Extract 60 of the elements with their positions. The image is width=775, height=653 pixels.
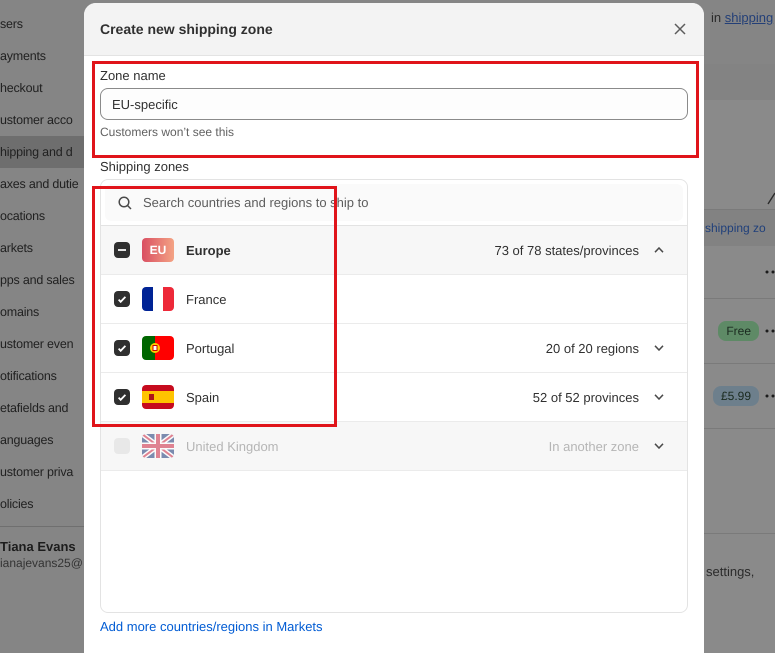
checkbox[interactable] (114, 389, 130, 405)
sidebar-item[interactable]: pps and sales (0, 264, 84, 296)
zone-name: Europe (186, 242, 232, 258)
sidebar-item[interactable]: olicies (0, 488, 84, 520)
flag-icon (142, 385, 174, 409)
flag-icon (142, 336, 174, 360)
search-icon (117, 195, 133, 211)
field-label: Zone name (100, 68, 167, 83)
checkbox[interactable] (114, 340, 130, 356)
sidebar-item[interactable]: anguages (0, 424, 84, 456)
more-icon[interactable] (765, 270, 775, 274)
dash-icon (118, 249, 126, 251)
sidebar-item[interactable]: ayments (0, 40, 84, 72)
region-count: 73 of 78 states/provinces (494, 242, 639, 258)
check-icon (118, 344, 126, 352)
flag-icon (142, 434, 174, 458)
zone-name: Portugal (186, 340, 236, 356)
checkbox[interactable] (114, 291, 130, 307)
region-count: 52 of 52 provinces (532, 390, 639, 404)
sidebar-item[interactable]: ustomer acco (0, 104, 84, 136)
zone-name: United Kingdom (186, 438, 280, 454)
rate-badge: Free (718, 321, 759, 341)
sidebar-item[interactable]: otifications (0, 360, 84, 392)
sidebar-item[interactable]: ocations (0, 200, 84, 232)
modal-title: Create new shipping zone (100, 21, 273, 37)
user-name: Tiana Evans (0, 539, 77, 554)
more-icon[interactable] (765, 329, 775, 333)
checkbox[interactable] (114, 242, 130, 258)
shipping-zones-link[interactable]: shipping zo (704, 210, 775, 246)
zone-name-field[interactable]: EU-specific (100, 88, 688, 120)
region-count: 20 of 20 regions (546, 340, 639, 356)
close-button[interactable] (672, 21, 688, 37)
check-icon (118, 394, 126, 400)
sidebar-item[interactable]: heckout (0, 72, 84, 104)
zone-name: Spain (186, 390, 220, 404)
sidebar-item[interactable]: ustomer even (0, 328, 84, 360)
flag-icon (142, 287, 174, 311)
sidebar-item[interactable]: etafields and (0, 392, 84, 424)
region-count: In another zone (548, 438, 639, 454)
settings-text: settings, (705, 563, 756, 579)
help-text: Customers won’t see this (100, 125, 236, 139)
section-label: Shipping zones (100, 159, 190, 174)
rate-badge: £5.99 (712, 386, 759, 406)
more-icon[interactable] (765, 394, 775, 398)
chevron-down-icon[interactable] (654, 394, 664, 400)
check-icon (118, 296, 126, 302)
zone-name: France (186, 292, 228, 306)
region-badge: EU (142, 238, 174, 262)
header-text: in (711, 10, 722, 25)
markets-link[interactable]: Add more countries/regions in Markets (100, 619, 323, 634)
sidebar-item[interactable]: axes and dutie (0, 168, 84, 200)
sidebar-item[interactable]: arkets (0, 232, 84, 264)
sidebar-item[interactable]: hipping and d (0, 136, 84, 168)
sidebar-item[interactable]: sers (0, 8, 84, 40)
shipping-link[interactable]: shipping (724, 10, 774, 25)
sidebar-item[interactable]: ustomer priva (0, 456, 84, 488)
chevron-up-icon[interactable] (654, 247, 664, 253)
sidebar-item[interactable]: omains (0, 296, 84, 328)
chevron-down-icon[interactable] (654, 345, 664, 351)
user-email: ianajevans25@ (0, 556, 84, 570)
